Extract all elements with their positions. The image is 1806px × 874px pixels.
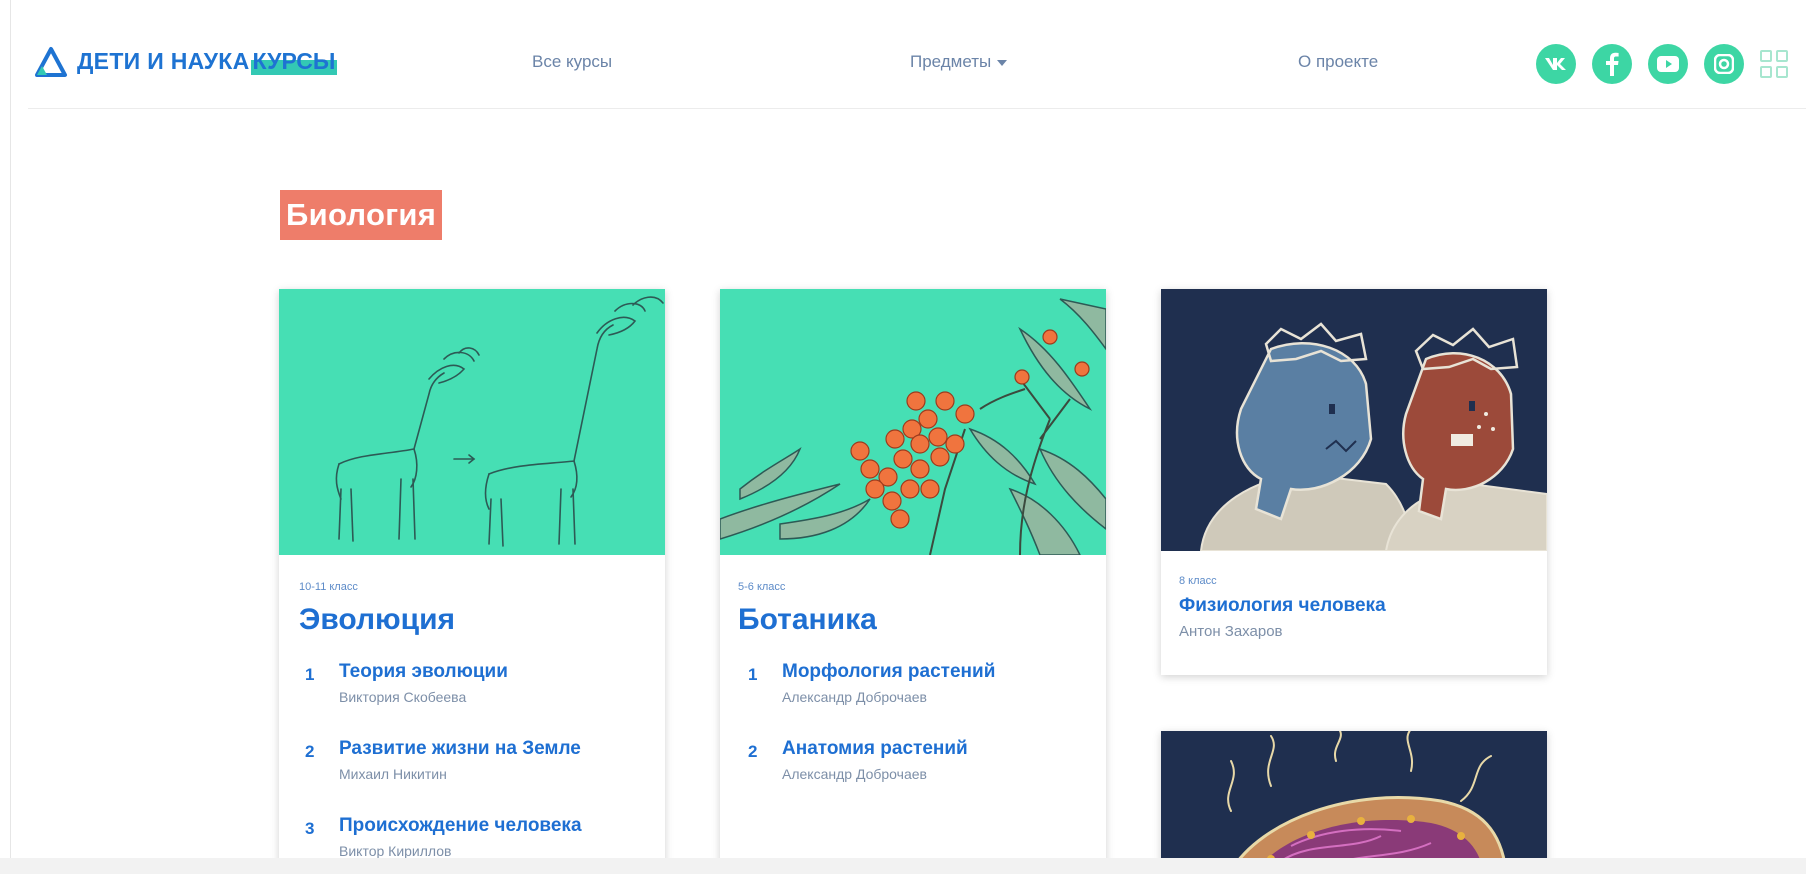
logo-highlight: КУРСЫ [250,47,338,75]
nav-subjects-label: Предметы [910,52,992,71]
youtube-icon[interactable] [1648,44,1688,84]
lesson-author: Александр Доброчаев [782,689,927,705]
grid-cell [1776,50,1788,62]
grid-cell [1760,50,1772,62]
lesson-title[interactable]: Анатомия растений [782,738,968,760]
course-author: Антон Захаров [1179,623,1283,640]
grid-cell [1776,66,1788,78]
course-grade: 10-11 класс [299,581,358,593]
caret-down-icon [997,59,1008,66]
social-links [1536,44,1788,84]
section-title-biology: Биология [280,190,443,240]
course-title[interactable]: Физиология человека [1179,595,1386,617]
bacterium-illustration [1161,731,1547,871]
course-card-botany[interactable]: 5-6 класс Ботаника 1 Морфология растений… [720,289,1106,869]
human-physiology-illustration [1161,289,1547,551]
course-title[interactable]: Эволюция [299,603,455,637]
nav-all-courses[interactable]: Все курсы [532,52,612,72]
lesson-title[interactable]: Происхождение человека [339,815,582,837]
vk-icon[interactable] [1536,44,1576,84]
instagram-icon[interactable] [1704,44,1744,84]
lesson-title[interactable]: Теория эволюции [339,661,508,683]
grid-cell [1760,66,1772,78]
lesson-number: 3 [305,819,315,838]
lesson-title[interactable]: Развитие жизни на Земле [339,738,581,760]
giraffe-illustration [279,289,665,555]
rowan-illustration [720,289,1106,555]
lesson-number: 1 [305,665,315,684]
course-title[interactable]: Ботаника [738,603,877,637]
lesson-number: 2 [748,742,758,761]
lesson-number: 1 [748,665,758,684]
lesson-title[interactable]: Морфология растений [782,661,995,683]
lesson-number: 2 [305,742,315,761]
course-card-microbiology[interactable] [1161,731,1547,871]
lesson-author: Виктор Кириллов [339,843,452,859]
site-header: ДЕТИ И НАУКА КУРСЫ Все курсы Предметы О … [28,28,1806,109]
triangle-logo-icon [35,47,67,77]
nav-about[interactable]: О проекте [1298,52,1378,72]
lesson-author: Михаил Никитин [339,766,447,782]
course-grade: 5-6 класс [738,581,786,593]
facebook-icon[interactable] [1592,44,1632,84]
course-card-evolution[interactable]: 10-11 класс Эволюция 1 Теория эволюции В… [279,289,665,869]
course-grade: 8 класс [1179,575,1217,587]
course-card-physiology[interactable]: 8 класс Физиология человека Антон Захаро… [1161,289,1547,675]
window-frame [0,0,11,874]
lesson-author: Александр Доброчаев [782,766,927,782]
logo-title: ДЕТИ И НАУКА [77,47,250,74]
nav-subjects-dropdown[interactable]: Предметы [910,52,1008,72]
window-bottom-edge [0,858,1806,874]
site-logo[interactable]: ДЕТИ И НАУКА КУРСЫ [33,44,338,78]
lesson-author: Виктория Скобеева [339,689,467,705]
apps-grid-icon[interactable] [1760,50,1788,78]
